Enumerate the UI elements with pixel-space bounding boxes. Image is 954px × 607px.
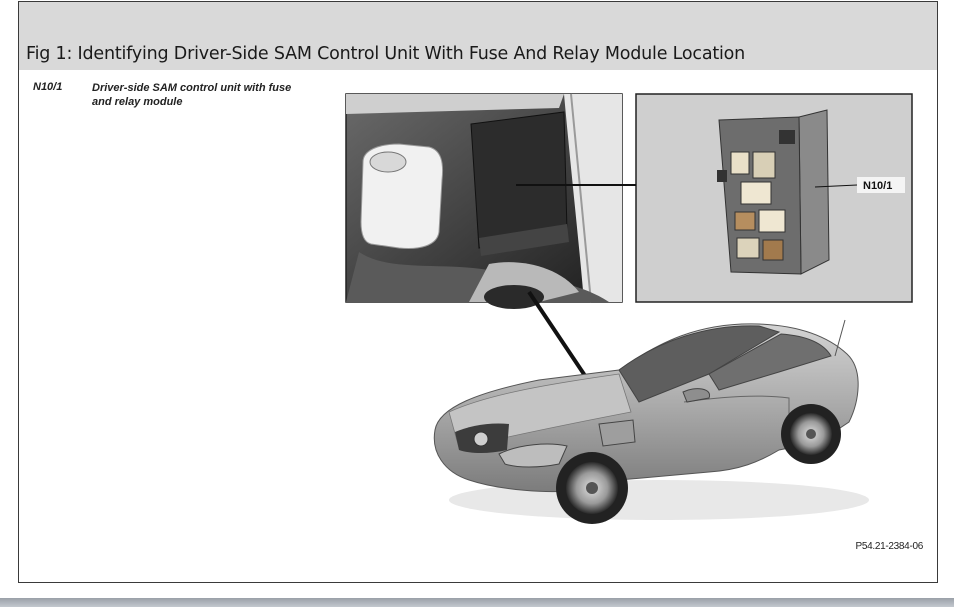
- figure-frame: Fig 1: Identifying Driver-Side SAM Contr…: [18, 1, 938, 583]
- bottom-strip: [0, 598, 954, 607]
- engine-bay-photo: [345, 93, 623, 309]
- reference-code: P54.21-2384-06: [855, 541, 923, 552]
- illustration: N10/1: [345, 93, 913, 524]
- car-illustration: [433, 319, 869, 524]
- module-callout-label: N10/1: [863, 180, 892, 192]
- module-detail-photo: N10/1: [622, 93, 913, 303]
